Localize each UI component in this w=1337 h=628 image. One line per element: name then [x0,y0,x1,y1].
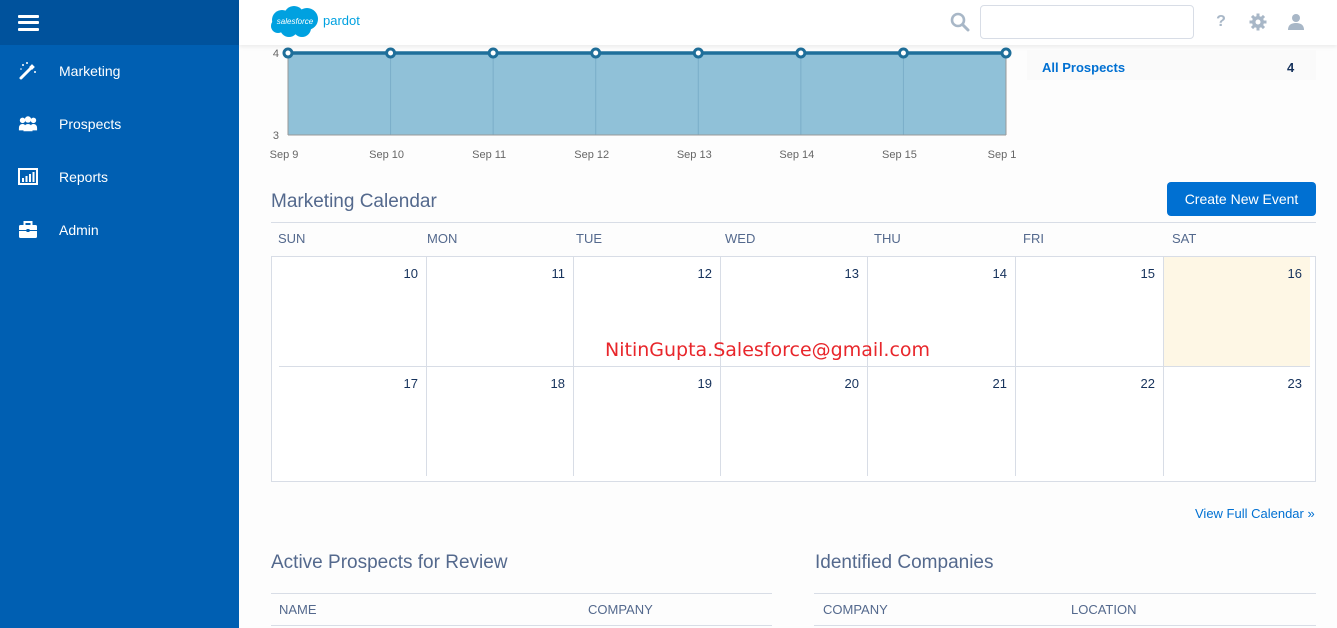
divider [814,625,1316,626]
sidebar-item-admin[interactable]: Admin [0,210,239,250]
chart-y-tick-label: 3 [273,130,279,142]
top-header: salesforce pardot ? [239,0,1337,45]
chart-data-point [795,47,807,59]
calendar-day-cell[interactable]: 19 [574,367,721,476]
day-of-week-sat: SAT [1172,231,1197,246]
prospects-chart: 3 4 Sep 9 Sep 10 Sep 11 Sep 12 Sep 13 Sep 14 Sep… [265,40,1025,170]
logo-product-name: pardot [323,12,360,28]
chart-data-point [692,47,704,59]
briefcase-icon [18,220,38,240]
search-icon[interactable] [950,12,970,32]
calendar-day-cell[interactable]: 21 [868,367,1016,476]
chart-data-point [1000,47,1012,59]
calendar-day-number: 16 [1287,266,1302,281]
calendar-day-cell[interactable]: 23 [1164,367,1310,476]
salesforce-pardot-logo[interactable]: salesforce pardot [270,5,360,39]
logo-cloud-text: salesforce [276,17,314,26]
sidebar-item-prospects[interactable]: Prospects [0,104,239,144]
divider [271,222,1316,223]
column-header-name[interactable]: NAME [279,602,317,617]
calendar-day-number: 11 [551,266,566,281]
chart-svg: 3 4 Sep 9 Sep 10 Sep 11 Sep 12 Sep 13 Sep 14 Sep… [270,47,1017,161]
user-icon[interactable] [1286,12,1306,32]
calendar-day-cell[interactable]: 15 [1016,257,1164,366]
calendar-day-number: 13 [844,266,859,281]
all-prospects-count: 4 [1287,60,1295,75]
sidebar-item-label: Reports [59,169,109,185]
chart-data-point [282,47,294,59]
calendar-day-cell[interactable]: 16 [1164,257,1310,366]
chart-data-point [487,47,499,59]
calendar-day-number: 20 [844,376,859,391]
help-icon[interactable]: ? [1211,12,1231,32]
sidebar-item-label: Marketing [59,63,121,79]
search-input[interactable] [980,5,1194,39]
list-stat-row: All Prospects 4 [1027,50,1316,80]
chart-x-tick-label: Sep 14 [779,149,814,161]
column-header-company[interactable]: COMPANY [588,602,653,617]
magic-wand-icon [18,61,38,81]
bar-chart-icon [18,167,38,187]
help-glyph: ? [1216,13,1226,30]
chart-x-tick-label: Sep 9 [270,149,299,161]
calendar-day-number: 17 [403,376,418,391]
column-header-location[interactable]: LOCATION [1071,602,1137,617]
sidebar-header [0,0,239,45]
sidebar: Marketing Prospects Reports Admin [0,0,239,628]
day-of-week-wed: WED [725,231,756,246]
calendar-day-number: 12 [697,266,712,281]
sidebar-item-label: Admin [59,222,99,238]
view-full-calendar-link[interactable]: View Full Calendar » [1195,506,1315,521]
chart-data-point [897,47,909,59]
calendar-grid: 10 11 12 13 14 15 16 17 18 19 20 21 22 23 [271,256,1316,482]
day-of-week-sun: SUN [278,231,306,246]
calendar-day-number: 15 [1140,266,1155,281]
calendar-day-number: 10 [403,266,418,281]
calendar-day-cell[interactable]: 20 [721,367,868,476]
all-prospects-link[interactable]: All Prospects [1042,60,1125,75]
divider [271,593,772,594]
calendar-day-cell[interactable]: 11 [427,257,574,366]
day-of-week-fri: FRI [1023,231,1044,246]
chart-x-tick-label: Sep 12 [574,149,609,161]
calendar-day-number: 19 [697,376,712,391]
active-prospects-title: Active Prospects for Review [271,552,508,573]
column-header-company[interactable]: COMPANY [823,602,888,617]
chart-x-tick-label: Sep 13 [677,149,712,161]
chart-x-tick-label: Sep 11 [472,149,506,161]
identified-companies-title: Identified Companies [815,552,994,573]
day-of-week-thu: THU [874,231,901,246]
chart-data-point [385,47,397,59]
week-divider [279,366,1310,367]
calendar-title: Marketing Calendar [271,191,437,212]
people-icon [18,114,38,134]
calendar-day-number: 18 [550,376,565,391]
salesforce-cloud-icon: salesforce [270,5,320,39]
chart-y-tick-label: 4 [273,48,279,60]
divider [271,625,772,626]
watermark-text: NitinGupta.Salesforce@gmail.com [605,339,931,361]
day-of-week-mon: MON [427,231,458,246]
chart-area [288,53,1006,135]
calendar-day-cell[interactable]: 17 [272,367,427,476]
create-new-event-button[interactable]: Create New Event [1167,182,1316,216]
calendar-day-number: 23 [1287,376,1302,391]
calendar-day-cell[interactable]: 18 [427,367,574,476]
calendar-day-number: 22 [1140,376,1155,391]
day-of-week-tue: TUE [576,231,602,246]
chart-x-tick-label: Sep 10 [369,149,404,161]
sidebar-item-reports[interactable]: Reports [0,157,239,197]
chart-x-tick-label: Sep 15 [882,149,917,161]
chart-data-point [590,47,602,59]
calendar-day-cell[interactable]: 22 [1016,367,1164,476]
calendar-day-cell[interactable]: 10 [272,257,427,366]
calendar-day-number: 21 [992,376,1007,391]
gear-icon[interactable] [1248,12,1268,32]
hamburger-icon[interactable] [18,14,39,31]
calendar-day-number: 14 [992,266,1007,281]
sidebar-item-label: Prospects [59,116,122,132]
sidebar-item-marketing[interactable]: Marketing [0,51,239,91]
chart-x-tick-label: Sep 1 [988,149,1017,161]
divider [814,593,1316,594]
